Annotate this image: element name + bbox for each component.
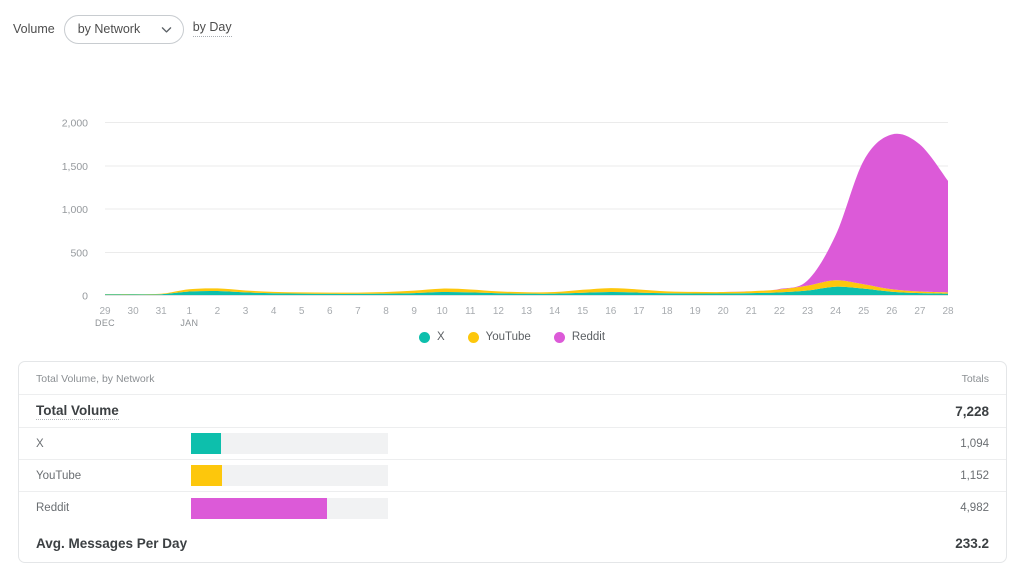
x-axis-tick-label: 19	[690, 306, 702, 317]
volume-bar-track	[191, 497, 388, 519]
area-series-reddit	[105, 133, 948, 295]
x-axis-tick-label: 29	[99, 306, 111, 317]
volume-bar-track	[191, 433, 388, 454]
legend-item-x[interactable]: X	[418, 331, 445, 343]
x-axis-tick-label: 26	[886, 306, 898, 317]
interval-link[interactable]: by Day	[192, 20, 232, 37]
x-axis-tick-label: 1	[187, 306, 193, 317]
total-volume-value: 7,228	[955, 403, 989, 419]
network-name: YouTube	[36, 469, 82, 482]
card-header: Total Volume, by Network Totals	[19, 362, 1006, 395]
volume-bar-fill	[191, 497, 327, 519]
legend-item-reddit[interactable]: Reddit	[553, 331, 606, 343]
y-axis-tick-label: 1,000	[62, 204, 88, 216]
legend-label: X	[436, 331, 445, 343]
legend-item-youtube[interactable]: YouTube	[467, 331, 531, 343]
y-axis-tick-label: 500	[70, 247, 88, 259]
y-axis-tick-label: 1,500	[62, 161, 88, 173]
x-axis-tick-label: 13	[521, 306, 533, 317]
avg-messages-value: 233.2	[955, 535, 989, 551]
table-row-average: Avg. Messages Per Day 233.2	[19, 524, 1006, 562]
x-axis-month-label: JAN	[180, 318, 198, 328]
x-axis-tick-label: 22	[774, 306, 786, 317]
chart-toolbar: Volume by Network by Day	[0, 0, 1024, 44]
network-name: Reddit	[36, 502, 70, 514]
x-axis-tick-label: 6	[327, 306, 333, 317]
card-caption: Total Volume, by Network	[36, 373, 155, 385]
network-total-value: 1,094	[960, 437, 989, 450]
network-rows: X 1,094 YouTube 1,152 Reddit 4,982	[19, 428, 1006, 524]
x-axis-tick-label: 12	[493, 306, 505, 317]
chart-canvas: 05001,0001,5002,00029 30 31 1 2 3 4 5 6 7 8 9 10 11 12…	[62, 118, 954, 329]
legend-label: YouTube	[485, 331, 531, 343]
x-axis-tick-label: 9	[411, 306, 417, 317]
volume-area-chart[interactable]: 0 500 1,000 1,500 2,000 29 30 31 1 2 3 4 5 6 7 8 9 10 11 12…	[0, 40, 1024, 330]
x-axis-tick-label: 11	[465, 306, 476, 317]
metric-label: Volume	[13, 21, 55, 36]
legend-label: Reddit	[571, 331, 606, 343]
x-axis-tick-label: 30	[128, 306, 140, 317]
x-axis-tick-label: 5	[299, 306, 305, 317]
x-axis-tick-label: 28	[942, 306, 954, 317]
x-axis-tick-label: 7	[355, 306, 361, 317]
network-grouping-value: by Network	[77, 22, 141, 36]
x-axis-tick-label: 18	[661, 306, 673, 317]
x-axis-tick-label: 15	[577, 306, 589, 317]
network-name: X	[36, 437, 44, 450]
x-axis-tick-label: 17	[633, 306, 645, 317]
table-row: Reddit 4,982	[19, 492, 1006, 524]
volume-bar-fill	[191, 465, 223, 486]
table-row-total: Total Volume 7,228	[19, 395, 1006, 428]
x-axis-tick-label: 20	[718, 306, 730, 317]
x-axis-tick-label: 31	[156, 306, 168, 317]
network-total-value: 1,152	[960, 469, 989, 482]
x-axis-tick-label: 24	[830, 306, 842, 317]
x-axis-tick-label: 8	[383, 306, 389, 317]
x-axis-month-label: DEC	[95, 318, 115, 328]
x-axis-tick-label: 4	[271, 306, 277, 317]
chevron-down-icon	[160, 23, 173, 36]
table-row: X 1,094	[19, 428, 1006, 460]
x-axis-tick-label: 14	[549, 306, 561, 317]
x-axis-tick-label: 23	[802, 306, 814, 317]
volume-bar-fill	[191, 433, 221, 454]
table-row: YouTube 1,152	[19, 460, 1006, 492]
x-axis-tick-label: 21	[746, 306, 758, 317]
x-axis-tick-label: 3	[243, 306, 249, 317]
legend-swatch-icon	[553, 331, 565, 343]
x-axis-tick-label: 2	[215, 306, 221, 317]
x-axis-tick-label: 10	[437, 306, 449, 317]
network-total-value: 4,982	[960, 502, 989, 514]
totals-column-header: Totals	[961, 373, 989, 385]
legend-swatch-icon	[418, 331, 430, 343]
y-axis-tick-label: 2,000	[62, 118, 88, 130]
total-volume-card: Total Volume, by Network Totals Total Vo…	[18, 361, 1007, 563]
avg-messages-label: Avg. Messages Per Day	[36, 535, 188, 551]
total-volume-label[interactable]: Total Volume	[36, 403, 119, 420]
x-axis-tick-label: 25	[858, 306, 870, 317]
x-axis-tick-label: 16	[605, 306, 617, 317]
volume-bar-track	[191, 465, 388, 486]
legend-swatch-icon	[467, 331, 479, 343]
y-axis-tick-label: 0	[82, 291, 88, 303]
x-axis-tick-label: 27	[914, 306, 926, 317]
